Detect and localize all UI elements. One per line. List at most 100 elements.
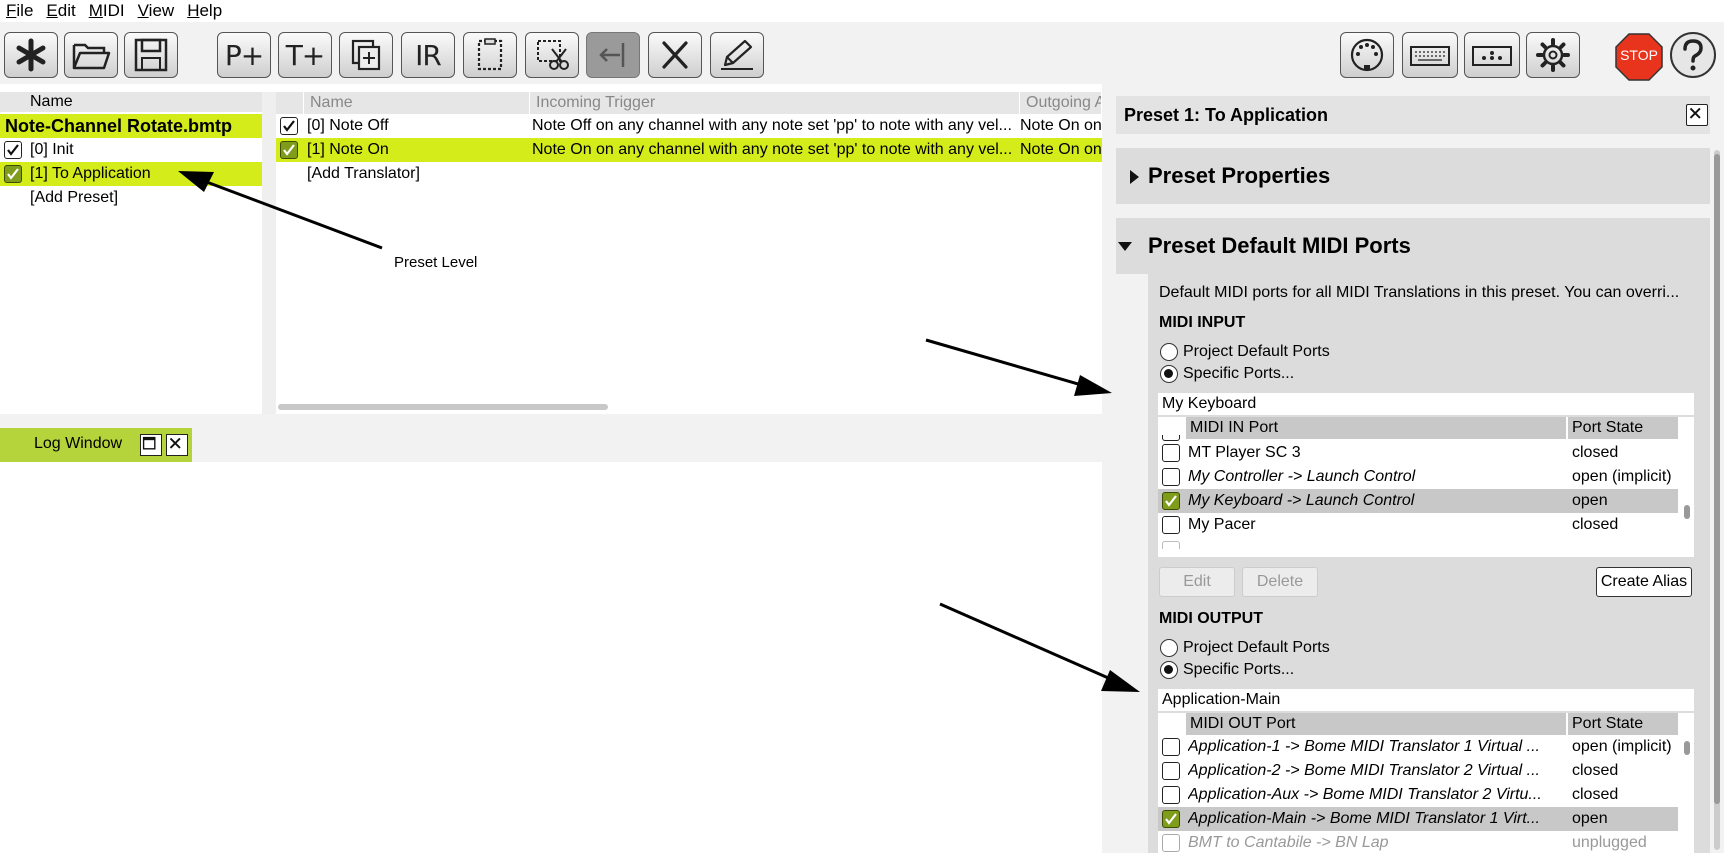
properties-close-button[interactable] xyxy=(1686,104,1708,126)
midi-out-scrollbar-thumb[interactable] xyxy=(1684,741,1690,755)
incoming-trigger-header[interactable]: Incoming Trigger xyxy=(530,92,1020,114)
log-close-button[interactable] xyxy=(166,434,188,456)
midi-out-port-row[interactable]: Application-1 -> Bome MIDI Translator 1 … xyxy=(1158,735,1678,759)
translator-row-note-on[interactable]: [1] Note On Note On on any channel with … xyxy=(276,138,1102,162)
preset-properties-section[interactable]: Preset Properties xyxy=(1116,148,1710,204)
port-checkbox[interactable] xyxy=(1162,468,1180,486)
port-checkbox[interactable] xyxy=(1162,834,1180,852)
keyboard-button[interactable] xyxy=(1402,32,1458,78)
input-specific-ports-label: Specific Ports... xyxy=(1183,365,1295,382)
port-state: closed xyxy=(1572,516,1619,533)
port-checkbox[interactable] xyxy=(1162,786,1180,804)
midi-out-port-row[interactable]: Application-Aux -> Bome MIDI Translator … xyxy=(1158,783,1678,807)
output-project-default-radio[interactable] xyxy=(1160,639,1178,657)
stop-button[interactable]: STOP xyxy=(1614,32,1664,82)
log-window-title: Log Window xyxy=(34,435,123,452)
translator-row-note-off[interactable]: [0] Note Off Note Off on any channel wit… xyxy=(276,114,1102,138)
collapse-triangle-icon[interactable] xyxy=(1118,242,1132,251)
close-icon xyxy=(1689,107,1701,119)
new-project-button[interactable] xyxy=(4,32,58,78)
midi-in-state-header[interactable]: Port State xyxy=(1568,417,1678,439)
midi-out-port-row[interactable]: Application-2 -> Bome MIDI Translator 2 … xyxy=(1158,759,1678,783)
preset-default-midi-ports-section[interactable]: Preset Default MIDI Ports xyxy=(1116,218,1710,274)
midi-out-port-header[interactable]: MIDI OUT Port xyxy=(1186,713,1566,735)
midi-output-alias-field[interactable]: Application-Main xyxy=(1158,689,1694,711)
add-translator-item[interactable]: [Add Translator] xyxy=(307,162,420,186)
log-window-tab[interactable]: Log Window xyxy=(0,428,192,462)
input-specific-ports-radio[interactable] xyxy=(1160,365,1178,383)
section-title: Preset Default MIDI Ports xyxy=(1148,233,1411,258)
translator-active-checkbox[interactable] xyxy=(280,117,298,135)
port-checkbox[interactable] xyxy=(1162,492,1180,510)
help-question-icon xyxy=(1670,32,1716,78)
preset-active-checkbox[interactable] xyxy=(4,141,22,159)
save-project-button[interactable] xyxy=(124,32,178,78)
input-project-default-radio[interactable] xyxy=(1160,343,1178,361)
preset-name-header[interactable]: Name xyxy=(0,92,262,112)
menu-file[interactable]: File xyxy=(0,0,40,22)
port-state: closed xyxy=(1572,786,1619,803)
paste-button[interactable] xyxy=(463,32,517,78)
menu-edit[interactable]: Edit xyxy=(40,0,82,22)
translator-name-header[interactable]: Name xyxy=(304,92,530,114)
help-button[interactable] xyxy=(1668,30,1718,80)
menu-view[interactable]: View xyxy=(132,0,182,22)
midi-out-state-header[interactable]: Port State xyxy=(1568,713,1678,735)
incoming-rule-button[interactable]: IR xyxy=(401,32,455,78)
midi-in-port-row-selected[interactable]: My Keyboard -> Launch Control open xyxy=(1158,489,1678,513)
move-left-button[interactable] xyxy=(586,32,640,78)
delete-alias-button[interactable]: Delete xyxy=(1242,567,1318,597)
port-name: My Keyboard -> Launch Control xyxy=(1188,492,1415,509)
midi-out-port-row[interactable]: BMT to Cantabile -> BN Lap unplugged xyxy=(1158,831,1678,853)
routing-button[interactable] xyxy=(1464,32,1520,78)
stop-label: STOP xyxy=(1620,47,1658,63)
port-checkbox[interactable] xyxy=(1162,516,1180,534)
outgoing-action-header[interactable]: Outgoing A xyxy=(1020,92,1102,114)
port-checkbox[interactable] xyxy=(1162,810,1180,828)
log-maximize-button[interactable] xyxy=(140,434,162,456)
edit-alias-button[interactable]: Edit xyxy=(1159,567,1235,597)
midi-in-scrollbar-thumb[interactable] xyxy=(1684,505,1690,519)
expand-triangle-icon[interactable] xyxy=(1130,170,1139,184)
preset-item-init[interactable]: [0] Init xyxy=(0,138,262,162)
port-checkbox-partial[interactable] xyxy=(1162,541,1180,549)
settings-button[interactable] xyxy=(1526,32,1580,78)
preset-item-to-application[interactable]: [1] To Application xyxy=(0,162,262,186)
add-translator-label: T+ xyxy=(285,38,326,72)
translator-active-checkbox[interactable] xyxy=(280,141,298,159)
port-name: Application-Aux -> Bome MIDI Translator … xyxy=(1188,786,1542,803)
duplicate-button[interactable] xyxy=(339,32,393,78)
midi-in-port-row[interactable]: MT Player SC 3 closed xyxy=(1158,441,1678,465)
port-checkbox[interactable] xyxy=(1162,444,1180,462)
translator-horizontal-scrollbar[interactable] xyxy=(278,404,608,410)
create-alias-button[interactable]: Create Alias xyxy=(1596,567,1692,597)
add-preset-item[interactable]: [Add Preset] xyxy=(30,186,118,210)
midi-input-alias-field[interactable]: My Keyboard xyxy=(1158,393,1694,415)
open-project-button[interactable] xyxy=(64,32,118,78)
menu-help[interactable]: Help xyxy=(181,0,229,22)
rename-button[interactable] xyxy=(710,32,764,78)
maximize-icon xyxy=(142,436,156,450)
add-preset-button[interactable]: P+ xyxy=(217,32,271,78)
midi-in-port-row[interactable]: My Pacer closed xyxy=(1158,513,1678,537)
preset-active-checkbox[interactable] xyxy=(4,165,22,183)
output-specific-ports-radio[interactable] xyxy=(1160,661,1178,679)
properties-title: Preset 1: To Application xyxy=(1116,96,1710,134)
port-state: open (implicit) xyxy=(1572,738,1672,755)
delete-button[interactable] xyxy=(648,32,702,78)
midi-in-port-header[interactable]: MIDI IN Port xyxy=(1186,417,1566,439)
project-title[interactable]: Note-Channel Rotate.bmtp xyxy=(0,114,262,138)
add-translator-button[interactable]: T+ xyxy=(278,32,332,78)
menu-midi[interactable]: MIDI xyxy=(83,0,132,22)
midi-in-port-row[interactable]: My Controller -> Launch Control open (im… xyxy=(1158,465,1678,489)
port-checkbox[interactable] xyxy=(1162,738,1180,756)
pane-splitter[interactable] xyxy=(262,92,276,414)
properties-scrollbar-thumb[interactable] xyxy=(1714,154,1720,804)
preset-list: Name Note-Channel Rotate.bmtp [0] Init [… xyxy=(0,92,262,412)
app-window: File Edit MIDI View Help P+ T+ IR STOP N… xyxy=(0,0,1724,853)
port-checkbox[interactable] xyxy=(1162,762,1180,780)
midi-ports-button[interactable] xyxy=(1340,32,1394,78)
port-state: closed xyxy=(1572,762,1619,779)
midi-out-port-row-selected[interactable]: Application-Main -> Bome MIDI Translator… xyxy=(1158,807,1678,831)
cut-button[interactable] xyxy=(525,32,579,78)
